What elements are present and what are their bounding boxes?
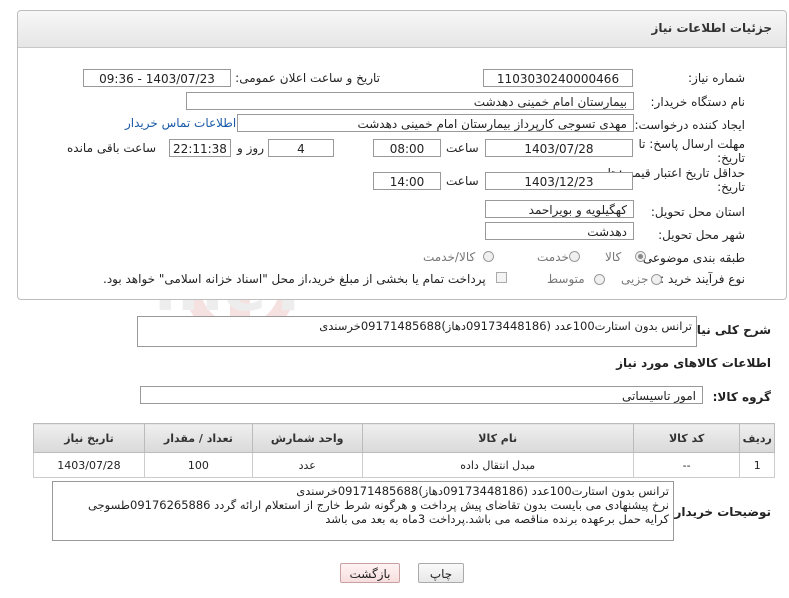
process-label: نوع فرآیند خرید : (660, 272, 745, 286)
cell-goods-name: مبدل انتقال داده (361, 452, 634, 478)
validity-time-field: 14:00 (373, 172, 441, 190)
province-field: کهگیلویه و بویراحمد (485, 200, 634, 218)
cell-need-date: 1403/07/28 (33, 452, 145, 478)
header-row-number: ردیف (739, 423, 775, 453)
city-label: شهر محل تحویل: (658, 228, 745, 242)
remaining-time-field: 22:11:38 (169, 139, 231, 157)
days-label: روز و (237, 141, 264, 155)
buyer-notes-field: ترانس بدون استارت100عدد (09173448186دهاز… (52, 481, 674, 541)
goods-table-header: ردیف کد کالا نام کالا واحد شمارش تعداد /… (33, 423, 775, 453)
remaining-label: ساعت باقی مانده (67, 141, 157, 155)
header-goods-code: کد کالا (632, 423, 741, 453)
deadline-time-field: 08:00 (373, 139, 441, 157)
category-radio-service[interactable] (569, 251, 580, 262)
creator-label: ایجاد کننده درخواست: (634, 118, 745, 132)
cell-goods-code: -- (632, 452, 741, 478)
cell-quantity: 100 (143, 452, 253, 478)
city-field: دهدشت (485, 222, 634, 240)
header-goods-name: نام کالا (361, 423, 634, 453)
header-unit: واحد شمارش (251, 423, 363, 453)
deadline-time-label: ساعت (446, 141, 479, 155)
panel-title: جزئیات اطلاعات نیاز (651, 21, 772, 35)
deadline-label-2: تاریخ: (717, 151, 745, 165)
category-label: طبقه بندی موضوعی: (638, 251, 745, 265)
need-number-label: شماره نیاز: (688, 71, 745, 85)
buyer-notes-label: توضیحات خریدار: (669, 505, 771, 519)
treasury-payment-note: پرداخت تمام یا بخشی از مبلغ خرید،از محل … (103, 272, 486, 286)
goods-section-title: اطلاعات کالاهای مورد نیاز (616, 356, 771, 370)
goods-group-label: گروه کالا: (712, 390, 771, 404)
category-radio-goods[interactable] (635, 251, 646, 262)
goods-table: ردیف کد کالا نام کالا واحد شمارش تعداد /… (33, 423, 775, 478)
category-option-goods: کالا (605, 250, 622, 264)
panel-header: جزئیات اطلاعات نیاز (18, 11, 786, 48)
header-quantity: تعداد / مقدار (143, 423, 253, 453)
creator-field: مهدی تسوجی کارپرداز بیمارستان امام خمینی… (237, 114, 634, 132)
validity-date-field: 1403/12/23 (485, 172, 633, 190)
header-need-date: تاریخ نیاز (33, 423, 145, 453)
validity-label-2: تاریخ: (717, 180, 745, 194)
category-radio-goods-service[interactable] (483, 251, 494, 262)
print-button[interactable]: چاپ (418, 563, 464, 583)
category-option-goods-service: کالا/خدمت (423, 250, 476, 264)
goods-group-field: امور تاسیساتی (140, 386, 703, 404)
deadline-date-field: 1403/07/28 (485, 139, 633, 157)
deadline-label-1: مهلت ارسال پاسخ: تا (638, 137, 745, 151)
buyer-label: نام دستگاه خریدار: (650, 95, 746, 109)
process-option-minor: جزیی (621, 272, 649, 286)
process-radio-medium[interactable] (594, 274, 605, 285)
announce-label: تاریخ و ساعت اعلان عمومی: (235, 71, 380, 85)
back-button[interactable]: بازگشت (340, 563, 400, 583)
treasury-payment-checkbox[interactable] (496, 272, 507, 283)
category-option-service: خدمت (537, 250, 569, 264)
process-radio-minor[interactable] (651, 274, 662, 285)
province-label: استان محل تحویل: (650, 205, 745, 219)
summary-label: شرح کلی نیاز: (685, 323, 771, 337)
process-option-medium: متوسط (547, 272, 585, 286)
buyer-contact-link[interactable]: اطلاعات تماس خریدار (125, 116, 236, 130)
table-row: 1 -- مبدل انتقال داده عدد 100 1403/07/28 (33, 452, 775, 478)
cell-row-number: 1 (739, 452, 775, 478)
buyer-field: بیمارستان امام خمینی دهدشت (186, 92, 634, 110)
cell-unit: عدد (251, 452, 363, 478)
need-number-field: 1103030240000466 (483, 69, 633, 87)
announce-field: 1403/07/23 - 09:36 (83, 69, 231, 87)
summary-field: ترانس بدون استارت100عدد (09173448186دهاز… (137, 316, 697, 347)
validity-time-label: ساعت (446, 174, 479, 188)
days-field: 4 (268, 139, 334, 157)
